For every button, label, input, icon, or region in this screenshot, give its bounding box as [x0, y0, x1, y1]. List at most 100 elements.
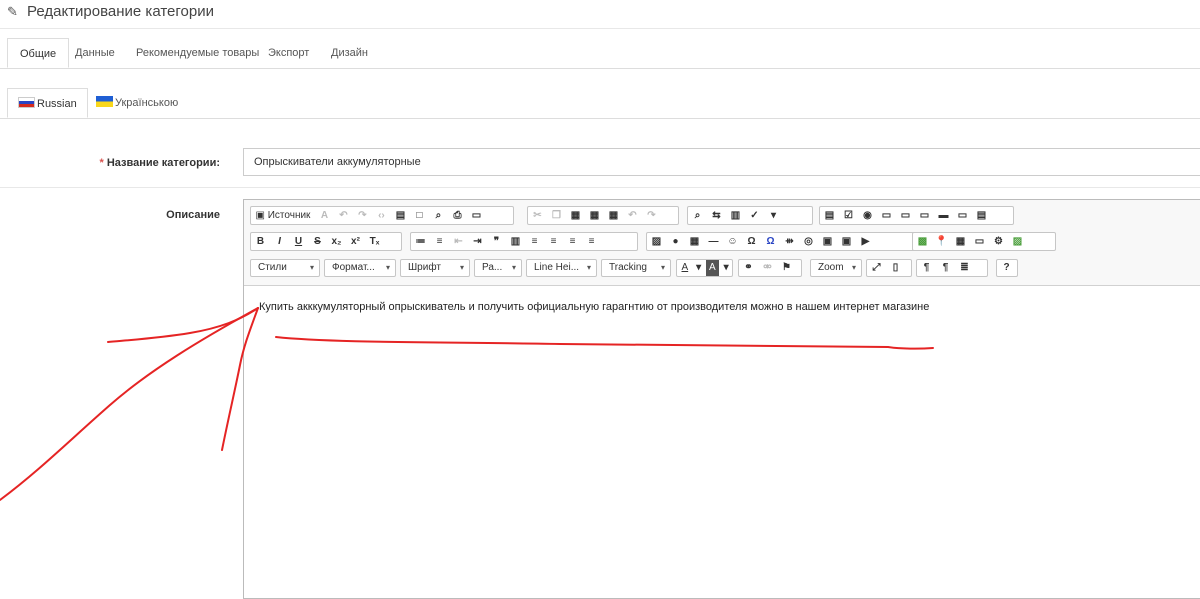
find-icon[interactable]: ⌕: [690, 208, 706, 224]
align-left-icon[interactable]: ≡: [527, 234, 543, 250]
tracking-select[interactable]: Tracking ▾: [601, 259, 671, 277]
underline-icon[interactable]: U: [291, 234, 307, 250]
italic-icon[interactable]: I: [272, 234, 288, 250]
flash-icon[interactable]: ●: [668, 234, 684, 250]
smiley-icon[interactable]: ☺: [725, 234, 741, 250]
tab-general[interactable]: Общие: [7, 38, 70, 68]
font-size-select-label: Ра...: [482, 262, 503, 273]
cut-icon[interactable]: ✂: [530, 208, 546, 224]
radio-icon[interactable]: ◉: [860, 208, 876, 224]
templates-icon[interactable]: ▭: [468, 208, 484, 224]
qr-code-icon[interactable]: ▦: [953, 234, 969, 250]
subscript-icon[interactable]: x₂: [329, 234, 345, 250]
justify-icon[interactable]: ≡: [584, 234, 600, 250]
replace-icon[interactable]: ⇆: [709, 208, 725, 224]
unlink-icon[interactable]: ⚮: [760, 260, 776, 276]
chevron-down-icon[interactable]: ▾: [694, 260, 703, 276]
zoom-select-label: Zoom: [818, 262, 844, 273]
format-select[interactable]: Формат... ▾: [324, 259, 396, 277]
numbered-list-icon[interactable]: ≔: [413, 234, 429, 250]
tab-recommended-products[interactable]: Рекомендуемые товары: [136, 38, 259, 68]
superscript-icon[interactable]: x²: [348, 234, 364, 250]
main-tabs: Общие Данные Рекомендуемые товары Экспор…: [0, 38, 1200, 69]
settings-icon[interactable]: ⚙: [991, 234, 1007, 250]
tab-data[interactable]: Данные: [75, 38, 115, 68]
new-page-icon[interactable]: □: [411, 208, 427, 224]
outdent-icon[interactable]: ⇤: [451, 234, 467, 250]
select-all-icon[interactable]: ▥: [728, 208, 744, 224]
bold-icon[interactable]: B: [253, 234, 269, 250]
show-blocks-icon[interactable]: ▯: [888, 260, 904, 276]
save-icon[interactable]: ▤: [392, 208, 408, 224]
styles-menu-icon[interactable]: ▾: [766, 208, 782, 224]
image-button-icon[interactable]: ▭: [955, 208, 971, 224]
undo-icon[interactable]: ↶: [335, 208, 351, 224]
redo-icon[interactable]: ↷: [354, 208, 370, 224]
remove-format-icon[interactable]: Tₓ: [367, 234, 383, 250]
print-icon[interactable]: ⎙: [449, 208, 465, 224]
tab-lang-ukrainian[interactable]: Українською: [96, 88, 178, 118]
play-icon[interactable]: ▶: [858, 234, 874, 250]
source-button[interactable]: ▣ Источник: [253, 208, 314, 224]
blockquote-icon[interactable]: ❞: [489, 234, 505, 250]
iframe-icon[interactable]: ◎: [801, 234, 817, 250]
youtube-icon[interactable]: ▣: [839, 234, 855, 250]
bg-color-button[interactable]: A: [706, 260, 719, 276]
form-icon[interactable]: ▤: [822, 208, 838, 224]
line-height-select[interactable]: Line Hei... ▾: [526, 259, 597, 277]
undo-edit-icon[interactable]: ↶: [625, 208, 641, 224]
chevron-down-icon[interactable]: ▾: [722, 260, 731, 276]
zoom-select[interactable]: Zoom ▾: [810, 259, 862, 277]
select-icon[interactable]: ▭: [917, 208, 933, 224]
table-icon[interactable]: ▦: [687, 234, 703, 250]
div-container-icon[interactable]: ▥: [508, 234, 524, 250]
strikethrough-icon[interactable]: S: [310, 234, 326, 250]
textarea-icon[interactable]: ▭: [898, 208, 914, 224]
text-color-button[interactable]: A: [679, 260, 692, 276]
link-icon[interactable]: ⚭: [741, 260, 757, 276]
rich-text-editor[interactable]: ▣ Источник A ↶ ↷ ‹› ▤ □ ⌕ ⎙ ▭ ✂ ❐ ▦ ▦ ▦ …: [243, 199, 1200, 599]
tab-export[interactable]: Экспорт: [268, 38, 309, 68]
editor-content[interactable]: Купить акккумуляторный опрыскиватель и п…: [259, 301, 929, 313]
paste-icon[interactable]: ▦: [568, 208, 584, 224]
map-icon[interactable]: ▩: [915, 234, 931, 250]
tab-design[interactable]: Дизайн: [331, 38, 368, 68]
help-button[interactable]: ?: [999, 260, 1015, 276]
field-icon[interactable]: ▭: [972, 234, 988, 250]
image-gallery-icon[interactable]: ▨: [1010, 234, 1026, 250]
media-icon[interactable]: ▣: [820, 234, 836, 250]
preview-icon[interactable]: ⌕: [430, 208, 446, 224]
align-center-icon[interactable]: ≡: [546, 234, 562, 250]
tab-lang-russian[interactable]: Russian: [7, 88, 88, 118]
horizontal-rule-icon[interactable]: —: [706, 234, 722, 250]
maximize-icon[interactable]: ⤢: [869, 260, 885, 276]
font-size-select[interactable]: Ра... ▾: [474, 259, 522, 277]
category-name-input[interactable]: [243, 148, 1200, 176]
anchor-flag-icon[interactable]: ⚑: [779, 260, 795, 276]
special-char-icon[interactable]: Ω: [744, 234, 760, 250]
line-format-icon[interactable]: ≣: [957, 260, 973, 276]
special-char-blue-icon[interactable]: Ω: [763, 234, 779, 250]
styles-select[interactable]: Стили ▾: [250, 259, 320, 277]
save-template-icon[interactable]: A: [316, 208, 332, 224]
code-icon[interactable]: ‹›: [373, 208, 389, 224]
font-select[interactable]: Шрифт ▾: [400, 259, 470, 277]
location-pin-icon[interactable]: 📍: [934, 234, 950, 250]
button-icon[interactable]: ▬: [936, 208, 952, 224]
checkbox-icon[interactable]: ☑: [841, 208, 857, 224]
indent-icon[interactable]: ⇥: [470, 234, 486, 250]
rtl-icon[interactable]: ¶: [938, 260, 954, 276]
ltr-icon[interactable]: ¶: [919, 260, 935, 276]
textfield-icon[interactable]: ▭: [879, 208, 895, 224]
hidden-field-icon[interactable]: ▤: [974, 208, 990, 224]
redo-edit-icon[interactable]: ↷: [644, 208, 660, 224]
copy-icon[interactable]: ❐: [549, 208, 565, 224]
align-right-icon[interactable]: ≡: [565, 234, 581, 250]
image-icon[interactable]: ▨: [649, 234, 665, 250]
bulleted-list-icon[interactable]: ≡: [432, 234, 448, 250]
page-break-icon[interactable]: ⇻: [782, 234, 798, 250]
chevron-down-icon: ▾: [586, 263, 591, 272]
paste-text-icon[interactable]: ▦: [587, 208, 603, 224]
paste-word-icon[interactable]: ▦: [606, 208, 622, 224]
spellcheck-icon[interactable]: ✓: [747, 208, 763, 224]
